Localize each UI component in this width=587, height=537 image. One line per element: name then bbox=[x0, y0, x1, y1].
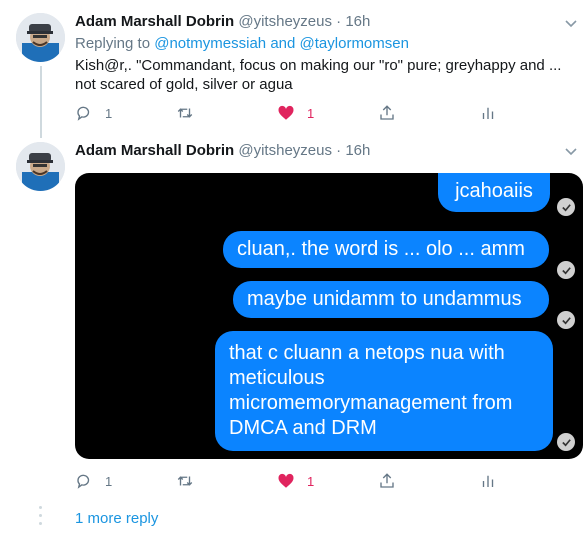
retweet-icon bbox=[177, 476, 193, 486]
tweet-1[interactable]: Adam Marshall Dobrin @yitsheyzeus · 16h … bbox=[0, 0, 587, 135]
avatar[interactable] bbox=[16, 13, 65, 62]
chat-message: that c cluann a netops nua with meticulo… bbox=[215, 331, 553, 451]
chat-message: maybe unidamm to undammus bbox=[233, 281, 549, 318]
chevron-down-icon[interactable] bbox=[563, 143, 579, 159]
author-name[interactable]: Adam Marshall Dobrin bbox=[75, 13, 234, 30]
tweet-header: Adam Marshall Dobrin @yitsheyzeus · 16h bbox=[75, 13, 370, 30]
replying-to: Replying to @notmymessiah and @taylormom… bbox=[75, 35, 409, 52]
reply-button[interactable]: 1 bbox=[75, 471, 112, 491]
reply-icon bbox=[77, 106, 90, 121]
mention-and: and bbox=[270, 35, 296, 52]
share-icon bbox=[380, 473, 394, 488]
heart-icon bbox=[278, 473, 294, 488]
tweet-text: Kish@r,. "Commandant, focus on making ou… bbox=[75, 57, 562, 93]
share-button[interactable] bbox=[378, 103, 396, 123]
read-check-icon bbox=[557, 198, 575, 216]
analytics-icon bbox=[482, 475, 494, 487]
replying-to-label: Replying to bbox=[75, 35, 151, 52]
retweet-button[interactable] bbox=[176, 471, 206, 491]
thread-dots bbox=[39, 506, 42, 530]
analytics-icon bbox=[482, 107, 494, 119]
read-check-icon bbox=[557, 311, 575, 329]
tweet-actions: 1 1 bbox=[75, 471, 515, 491]
like-count: 1 bbox=[307, 105, 315, 121]
tweet-header: Adam Marshall Dobrin @yitsheyzeus · 16h bbox=[75, 142, 370, 159]
like-button[interactable]: 1 bbox=[277, 103, 314, 123]
reply-count: 1 bbox=[105, 473, 113, 489]
tweet-media-image[interactable]: jcahoaiis cluan,. the word is ... olo ..… bbox=[75, 173, 583, 459]
chevron-down-icon[interactable] bbox=[563, 15, 579, 31]
share-button[interactable] bbox=[378, 471, 396, 491]
reply-count: 1 bbox=[105, 105, 113, 121]
mention-link[interactable]: @taylormomsen bbox=[300, 35, 409, 52]
chat-message: cluan,. the word is ... olo ... amm bbox=[223, 231, 549, 268]
separator: · bbox=[336, 142, 342, 159]
avatar[interactable] bbox=[16, 142, 65, 191]
like-button[interactable]: 1 bbox=[277, 471, 314, 491]
like-count: 1 bbox=[307, 473, 315, 489]
chat-message: jcahoaiis bbox=[438, 173, 550, 212]
retweet-icon bbox=[177, 108, 193, 118]
timestamp[interactable]: 16h bbox=[345, 142, 370, 159]
more-replies-link[interactable]: 1 more reply bbox=[75, 510, 158, 527]
share-icon bbox=[380, 105, 394, 120]
tweet-actions: 1 1 bbox=[75, 103, 515, 123]
retweet-button[interactable] bbox=[176, 103, 206, 123]
reply-icon bbox=[77, 474, 90, 489]
analytics-button[interactable] bbox=[479, 471, 497, 491]
reply-button[interactable]: 1 bbox=[75, 103, 112, 123]
heart-icon bbox=[278, 105, 294, 120]
author-handle[interactable]: @yitsheyzeus bbox=[238, 13, 332, 30]
read-check-icon bbox=[557, 261, 575, 279]
timestamp[interactable]: 16h bbox=[345, 13, 370, 30]
separator: · bbox=[336, 13, 342, 30]
read-check-icon bbox=[557, 433, 575, 451]
author-name[interactable]: Adam Marshall Dobrin bbox=[75, 142, 234, 159]
analytics-button[interactable] bbox=[479, 103, 497, 123]
author-handle[interactable]: @yitsheyzeus bbox=[238, 142, 332, 159]
mention-link[interactable]: @notmymessiah bbox=[154, 35, 266, 52]
